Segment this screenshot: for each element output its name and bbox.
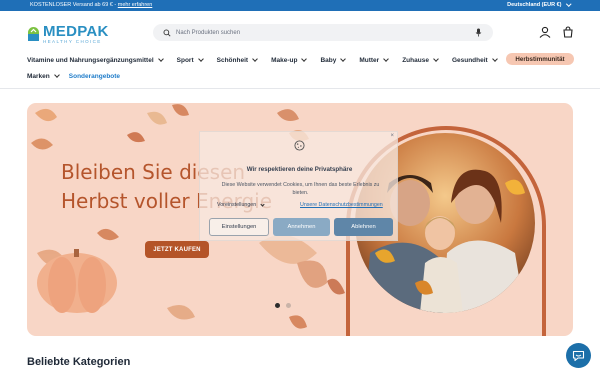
close-icon[interactable]: × — [390, 133, 394, 139]
chevron-down-icon — [197, 56, 204, 62]
chevron-down-icon — [565, 1, 571, 7]
nav-item-make-up[interactable]: Make-up — [271, 56, 308, 64]
nav-item-mutter[interactable]: Mutter — [359, 56, 390, 64]
nav-item-label: Mutter — [359, 56, 380, 64]
nav-highlight-pill[interactable]: Herbstimmunität — [506, 53, 574, 65]
nav-item-label: Marken — [27, 72, 50, 80]
nav-item-label: Vitamine und Nahrungsergänzungsmittel — [27, 56, 154, 64]
chevron-down-icon — [252, 56, 258, 62]
nav-item-label: Sport — [176, 56, 194, 64]
cart-icon[interactable] — [562, 26, 574, 38]
account-icon[interactable] — [539, 26, 551, 38]
header-divider — [0, 88, 600, 89]
slider-dot-active[interactable] — [275, 303, 280, 308]
logo-name: MEDPAK — [43, 22, 109, 40]
cookie-settings-button[interactable]: Einstellungen — [209, 218, 269, 236]
nav-item-label: Baby — [320, 56, 337, 64]
chat-icon — [572, 350, 585, 361]
search-input[interactable]: Nach Produkten suchen — [176, 30, 240, 36]
slider-dots — [275, 303, 291, 308]
chevron-down-icon — [260, 201, 265, 207]
nav-item-label: Sonderangebote — [68, 72, 121, 80]
cookie-consent-dialog: × Wir respektieren deine Privatsphäre Di… — [199, 131, 398, 241]
nav-item-label: Schönheit — [216, 56, 249, 64]
search-bar[interactable]: Nach Produkten suchen — [153, 24, 493, 41]
nav-item-sport[interactable]: Sport — [176, 56, 204, 64]
nav-item-marken[interactable]: Marken — [27, 72, 60, 80]
announcement-bar: KOSTENLOSER Versand ab 69 € - mehr erfah… — [0, 0, 600, 11]
announcement-link[interactable]: mehr erfahren — [118, 2, 153, 8]
logo-tagline: HEALTHY CHOICE — [43, 38, 102, 44]
cookie-accept-button[interactable]: Annehmen — [273, 218, 330, 236]
nav-item-zuhause[interactable]: Zuhause — [402, 56, 439, 64]
privacy-policy-link[interactable]: Unsere Datenschutzbestimmungen — [300, 202, 383, 208]
chevron-down-icon — [433, 56, 439, 62]
nav-item-label: Gesundheit — [451, 56, 488, 64]
microphone-icon[interactable] — [475, 28, 482, 37]
logo-mark-icon — [27, 26, 40, 42]
preferences-label: Voreinstellungen — [217, 202, 257, 208]
nav-item-schoenheit[interactable]: Schönheit — [216, 56, 258, 64]
cookie-reject-button[interactable]: Ablehnen — [334, 218, 393, 236]
section-title: Beliebte Kategorien — [27, 356, 131, 368]
nav-item-label: Zuhause — [402, 56, 429, 64]
shop-now-button[interactable]: JETZT KAUFEN — [145, 241, 209, 258]
announcement-text: KOSTENLOSER Versand ab 69 € - — [30, 2, 118, 8]
cookie-icon — [294, 140, 305, 151]
nav-item-sonderangebote[interactable]: Sonderangebote — [69, 73, 120, 80]
nav-item-label: Make-up — [271, 56, 298, 64]
announcement-message: KOSTENLOSER Versand ab 69 € - mehr erfah… — [30, 2, 152, 8]
slider-dot[interactable] — [286, 303, 291, 308]
nav-item-vitamine[interactable]: Vitamine und Nahrungsergänzungsmittel — [27, 56, 164, 64]
chevron-down-icon — [340, 56, 347, 62]
country-label: Deutschland (EUR €) — [507, 2, 562, 8]
chevron-down-icon — [53, 72, 60, 78]
chevron-down-icon — [491, 56, 498, 62]
main-nav: Vitamine und Nahrungsergänzungsmittel Sp… — [27, 54, 498, 66]
nav-item-baby[interactable]: Baby — [320, 56, 347, 64]
cookie-text: Diese Website verwendet Cookies, um Ihne… — [221, 182, 380, 196]
country-selector[interactable]: Deutschland (EUR €) — [507, 1, 571, 8]
cookie-title: Wir respektieren deine Privatsphäre — [246, 166, 353, 173]
chat-button[interactable] — [566, 343, 591, 368]
secondary-nav: Marken Sonderangebote — [27, 71, 120, 81]
chevron-down-icon — [157, 56, 164, 62]
search-icon — [163, 29, 171, 37]
cookie-preferences[interactable]: Voreinstellungen — [217, 201, 265, 208]
nav-item-gesundheit[interactable]: Gesundheit — [451, 56, 498, 64]
chevron-down-icon — [383, 56, 390, 62]
site-header: MEDPAK HEALTHY CHOICE Nach Produkten suc… — [0, 11, 600, 51]
logo-text: MEDPAK HEALTHY CHOICE — [43, 24, 109, 45]
logo[interactable]: MEDPAK HEALTHY CHOICE — [27, 22, 122, 46]
chevron-down-icon — [301, 56, 308, 62]
